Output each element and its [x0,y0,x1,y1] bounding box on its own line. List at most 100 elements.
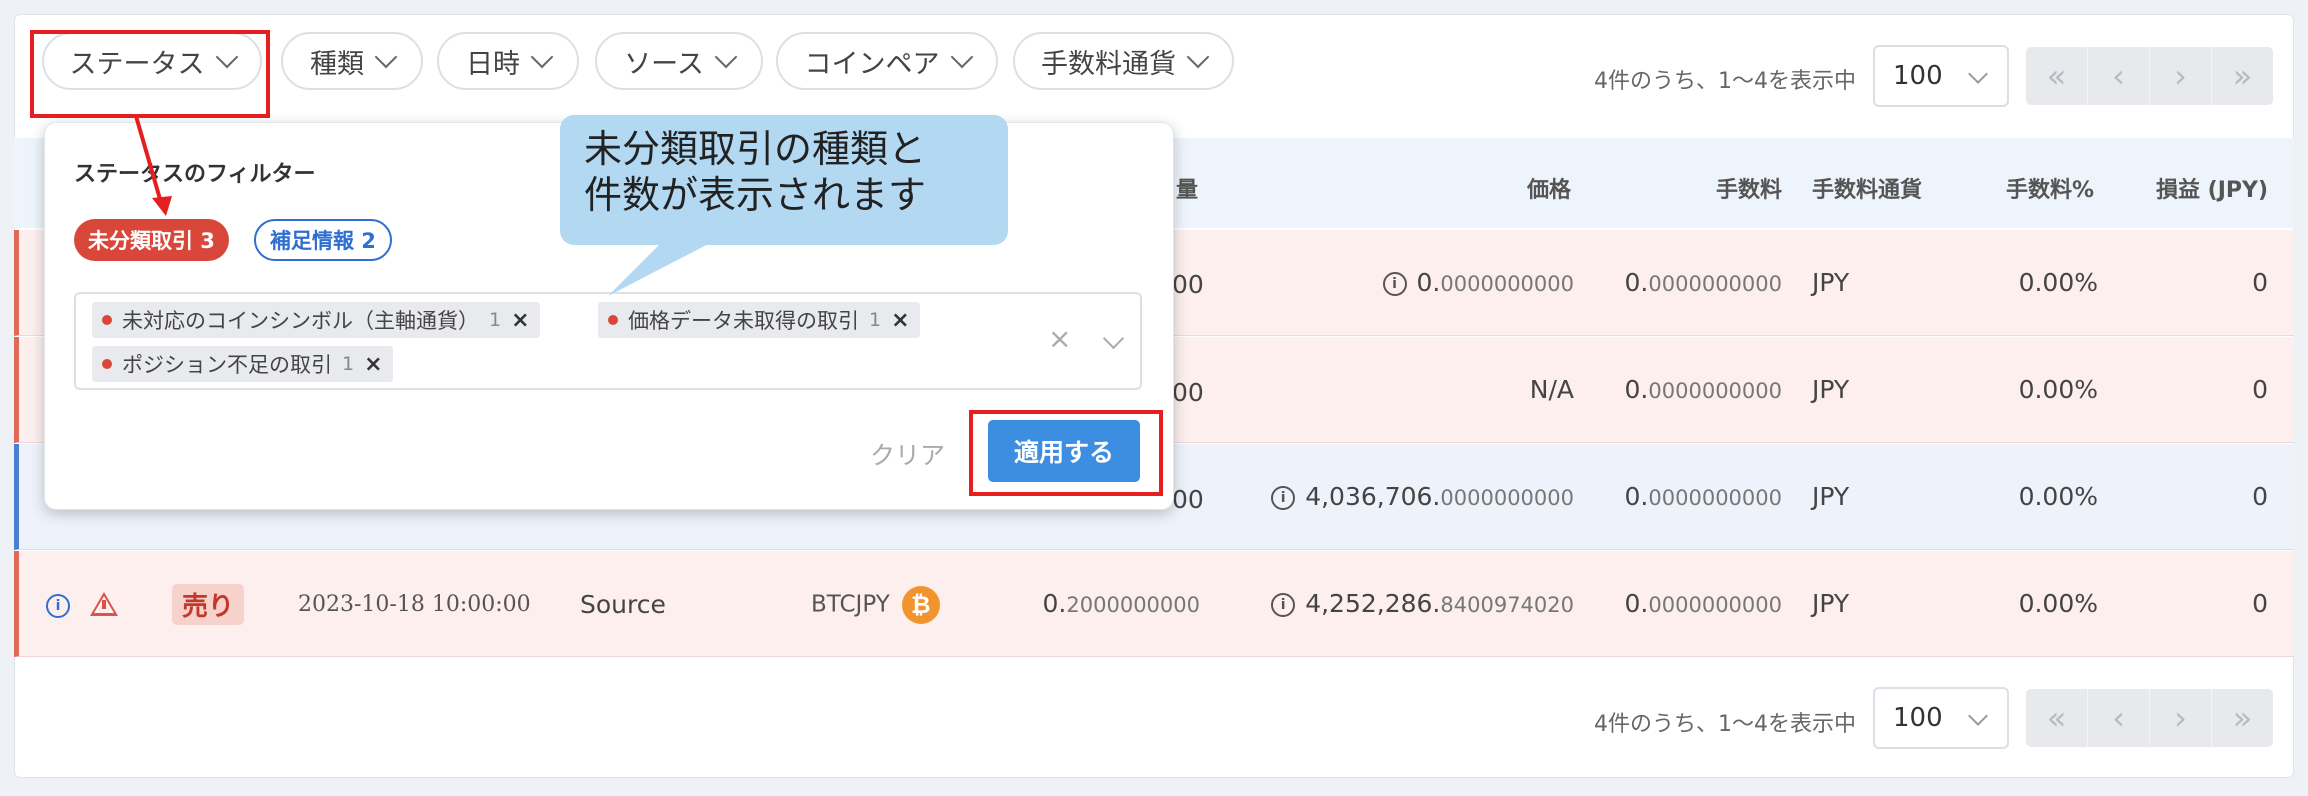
row4-source: Source [580,590,666,619]
row3-qty: 00 [1172,485,1204,514]
row4-fee-currency: JPY [1812,589,1850,618]
chevron-down-icon [1968,706,1988,726]
filter-datetime-label: 日時 [466,48,520,80]
pager-summary-top: 4件のうち、1〜4を表示中 [1594,69,1856,94]
info-icon[interactable]: i [1271,593,1296,617]
row4-pnl: 0 [2252,589,2268,618]
row4-qty-int: 0. [1042,589,1067,618]
chevron-down-icon [950,45,973,69]
pagination-top: « ‹ › » [2026,47,2273,105]
highlight-apply-button [969,410,1163,496]
unclassified-chip[interactable]: 未分類取引 3 [74,219,229,261]
row1-pnl: 0 [2252,268,2268,297]
row3-fee-currency: JPY [1812,482,1850,511]
remove-tag-icon[interactable]: × [511,308,529,333]
next-page-button[interactable]: › [2150,689,2212,747]
row2-pnl: 0 [2252,375,2268,404]
pagination-bottom: « ‹ › » [2026,689,2273,747]
first-page-button[interactable]: « [2026,689,2088,747]
row1-fee-dec: 0000000000 [1648,272,1782,296]
remove-tag-icon[interactable]: × [891,308,909,333]
row4-pair-label: BTCJPY [811,591,890,618]
per-page-value: 100 [1893,61,1943,91]
filter-type-label: 種類 [310,48,364,80]
chevron-down-icon [374,45,398,69]
row3-price: i 4,036,706.0000000000 [1240,482,1574,511]
filter-fee-currency[interactable]: 手数料通貨 [1013,32,1234,90]
header-pnl: 損益 (JPY) [2156,178,2269,203]
prev-page-button[interactable]: ‹ [2088,689,2150,747]
per-page-value: 100 [1893,703,1943,733]
filter-fee-currency-label: 手数料通貨 [1041,48,1176,80]
row4-price: i 4,252,286.8400974020 [1240,589,1574,618]
row2-fee-int: 0. [1624,375,1649,404]
header-fee-currency: 手数料通貨 [1812,178,1923,203]
info-icon[interactable]: i [46,594,70,618]
next-page-button[interactable]: › [2150,47,2212,105]
row4-qty-dec: 2000000000 [1066,593,1200,617]
filter-source-label: ソース [624,48,704,80]
status-dot-icon [102,315,112,325]
supplement-chip[interactable]: 補足情報 2 [254,219,392,261]
row3-fee: 0.0000000000 [1600,482,1782,511]
row2-fee-currency: JPY [1812,375,1850,404]
info-icon[interactable]: i [1382,272,1407,296]
per-page-select-top[interactable]: 100 [1873,45,2009,107]
row2-fee: 0.0000000000 [1600,375,1782,404]
warning-icon[interactable] [90,592,118,616]
row2-qty: 00 [1172,378,1204,407]
row2-fee-dec: 0000000000 [1648,379,1782,403]
callout-line-1: 未分類取引の種類と [584,127,927,171]
header-fee: 手数料 [1716,178,1783,203]
row3-fee-dec: 0000000000 [1648,486,1782,510]
row4-price-int: 4,252,286. [1305,589,1441,618]
prev-page-button[interactable]: ‹ [2088,47,2150,105]
info-icon[interactable]: i [1271,486,1296,510]
tag-count: 1 [869,309,882,331]
clear-selection-icon[interactable]: × [1048,322,1071,355]
filter-datetime[interactable]: 日時 [437,32,579,90]
filter-type[interactable]: 種類 [281,32,423,90]
callout: 未分類取引の種類と 件数が表示されます [560,115,1008,245]
row4-fee-dec: 0000000000 [1648,593,1782,617]
tag-label: ポジション不足の取引 [122,353,332,377]
last-page-button[interactable]: » [2212,47,2273,105]
per-page-select-bottom[interactable]: 100 [1873,687,2009,749]
row1-price: i 0.0000000000 [1380,268,1574,297]
remove-tag-icon[interactable]: × [364,352,382,377]
status-dot-icon [102,359,112,369]
callout-line-2: 件数が表示されます [584,172,927,217]
row1-price-dec: 0000000000 [1440,272,1574,296]
row4-fee-int: 0. [1624,589,1649,618]
header-price: 価格 [1527,178,1572,203]
tag-label: 未対応のコインシンボル（主軸通貨） [122,309,479,333]
chevron-down-icon [714,45,738,69]
row4-fee: 0.0000000000 [1600,589,1782,618]
row2-price: N/A [1529,375,1574,404]
filter-coin-pair[interactable]: コインペア [776,32,998,90]
row1-qty: 00 [1172,270,1204,299]
row1-fee: 0.0000000000 [1600,268,1782,297]
type-badge: 売り [172,584,245,625]
filter-source[interactable]: ソース [595,32,763,90]
row4-pair: BTCJPY ₿ [811,586,940,624]
selected-tag: 価格データ未取得の取引 1 × [598,302,920,338]
popover-title: ステータスのフィルター [74,162,316,187]
row1-fee-int: 0. [1624,268,1649,297]
status-dot-icon [608,315,618,325]
row4-datetime: 2023-10-18 10:00:00 [298,592,531,617]
chevron-down-icon [1186,45,1210,69]
row1-fee-pct: 0.00% [2018,268,2098,297]
first-page-button[interactable]: « [2026,47,2088,105]
header-qty: 量 [1176,178,1199,203]
last-page-button[interactable]: » [2212,689,2273,747]
clear-button[interactable]: クリア [870,436,945,472]
row1-fee-currency: JPY [1812,268,1850,297]
row3-fee-pct: 0.00% [2018,482,2098,511]
row4-fee-pct: 0.00% [2018,589,2098,618]
pager-summary-bottom: 4件のうち、1〜4を表示中 [1594,712,1856,737]
row1-price-int: 0. [1416,268,1441,297]
selected-tag: 未対応のコインシンボル（主軸通貨） 1 × [92,302,540,338]
row3-pnl: 0 [2252,482,2268,511]
header-fee-pct: 手数料% [2006,178,2095,203]
